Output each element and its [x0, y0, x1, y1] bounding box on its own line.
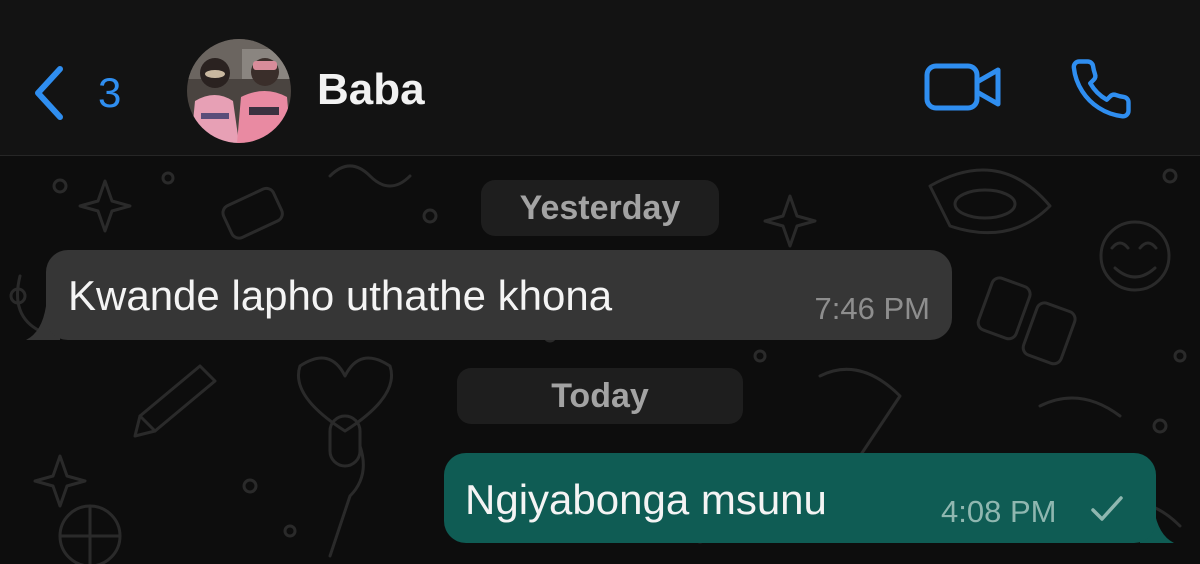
message-timestamp: 7:46 PM	[814, 291, 930, 326]
chat-screen: 3 Baba Yesterday Kwande lapho uthathe kh…	[0, 0, 1200, 564]
date-separator-today: Today	[457, 368, 743, 424]
message-text: Ngiyabonga msunu	[465, 476, 827, 523]
unread-count: 3	[98, 68, 122, 116]
video-call-button[interactable]	[924, 62, 1002, 117]
video-camera-icon	[924, 63, 1001, 111]
message-text: Kwande lapho uthathe khona	[68, 272, 613, 319]
contact-name[interactable]: Baba	[317, 68, 425, 112]
date-separator-yesterday: Yesterday	[481, 180, 719, 236]
message-bubble-outgoing[interactable]: Ngiyabonga msunu 4:08 PM	[444, 453, 1156, 543]
avatar[interactable]	[187, 39, 291, 143]
chat-header: 3 Baba	[0, 0, 1200, 156]
back-button[interactable]: 3	[30, 55, 121, 130]
message-bubble-incoming[interactable]: Kwande lapho uthathe khona 7:46 PM	[46, 250, 952, 340]
chevron-left-icon	[35, 65, 63, 120]
phone-icon	[1071, 59, 1131, 119]
message-list[interactable]: Yesterday Kwande lapho uthathe khona 7:4…	[0, 156, 1200, 564]
message-timestamp: 4:08 PM	[941, 494, 1057, 529]
voice-call-button[interactable]	[1068, 56, 1134, 127]
check-icon	[1091, 496, 1123, 521]
